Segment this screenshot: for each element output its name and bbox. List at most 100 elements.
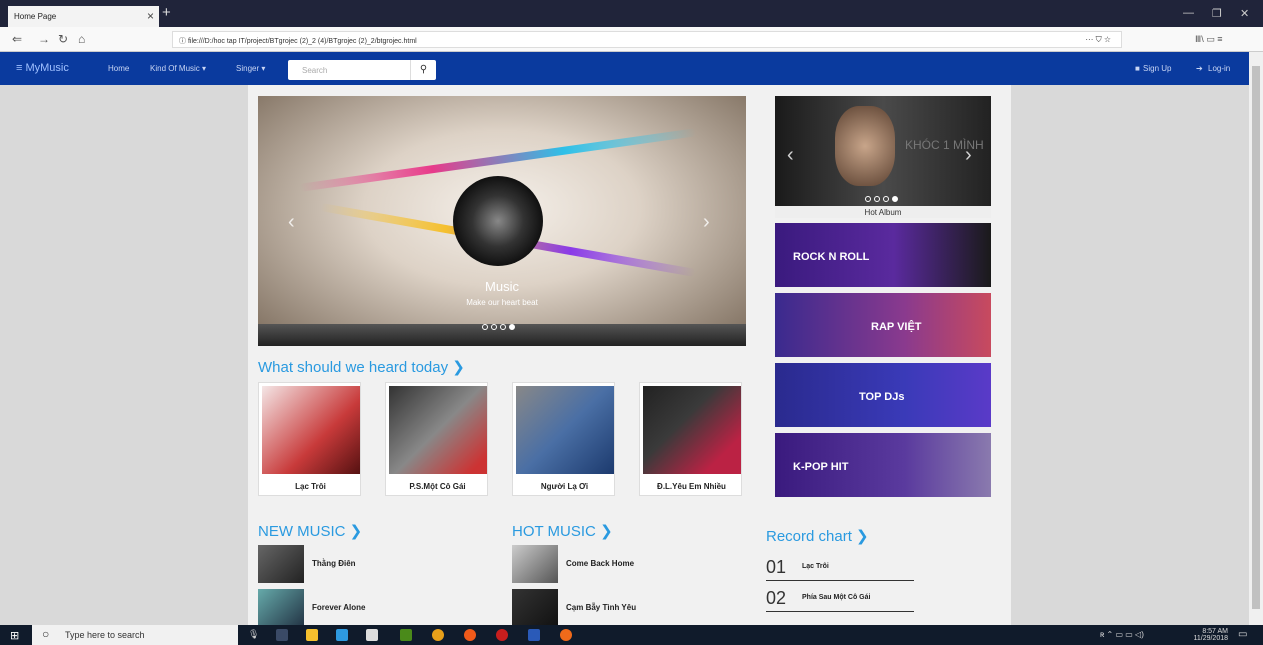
genre-tile-topdjs[interactable]: TOP DJs xyxy=(775,363,991,427)
carousel-dot[interactable] xyxy=(883,196,889,202)
album-prev-icon[interactable]: ‹ xyxy=(787,144,794,167)
user-icon: ■ xyxy=(1135,64,1140,73)
section-heading-record-chart[interactable]: Record chart ❯ xyxy=(766,527,869,545)
media-player-icon[interactable] xyxy=(496,629,508,641)
genre-tile-kpop[interactable]: K-POP HIT xyxy=(775,433,991,497)
song-card[interactable]: Đ.L.Yêu Em Nhiều xyxy=(639,382,742,496)
new-tab-icon[interactable]: + xyxy=(162,4,171,21)
taskbar-search-box[interactable]: ○ Type here to search xyxy=(32,625,238,645)
dreamweaver-icon[interactable] xyxy=(400,629,412,641)
section-heading-hot-music[interactable]: HOT MUSIC ❯ xyxy=(512,522,613,540)
chart-song-title: Lạc Trôi xyxy=(802,563,829,570)
reload-icon[interactable]: ↻ xyxy=(58,32,68,46)
file-explorer-icon[interactable] xyxy=(306,629,318,641)
back-icon[interactable]: ⇐ xyxy=(12,32,22,46)
notification-icon[interactable]: ▭ xyxy=(1238,629,1247,640)
chrome-icon[interactable] xyxy=(432,629,444,641)
taskbar-search-input[interactable]: Type here to search xyxy=(65,630,145,640)
carousel-dot-active[interactable] xyxy=(892,196,898,202)
song-cover xyxy=(516,386,614,474)
main-carousel[interactable]: ‹ › Music Make our heart beat xyxy=(258,96,746,346)
scrollbar-thumb[interactable] xyxy=(1252,66,1260,609)
browser-nav-bar: ⇐ → ↻ ⌂ ⓘ file:///D:/hoc tap IT/project/… xyxy=(0,27,1263,52)
song-cover xyxy=(643,386,741,474)
carousel-dot-active[interactable] xyxy=(509,324,515,330)
list-item[interactable]: Forever Alone xyxy=(258,589,458,627)
genre-label: RAP VIỆT xyxy=(871,321,922,333)
clock-time: 8:57 AM xyxy=(1202,628,1228,635)
search-icon[interactable]: ⚲ xyxy=(410,60,436,80)
home-icon[interactable]: ⌂ xyxy=(78,32,85,46)
song-card[interactable]: Người Lạ Ơi xyxy=(512,382,615,496)
song-thumbnail xyxy=(258,545,304,583)
song-thumbnail xyxy=(512,545,558,583)
clock[interactable]: 8:57 AM 11/29/2018 xyxy=(1180,628,1228,642)
genre-label: K-POP HIT xyxy=(793,461,849,473)
list-item[interactable]: Thằng Điên xyxy=(258,545,458,583)
song-card[interactable]: P.S.Một Cô Gái xyxy=(385,382,488,496)
nav-singer[interactable]: Singer ▾ xyxy=(236,64,265,73)
song-title: Come Back Home xyxy=(566,559,635,568)
forward-icon[interactable]: → xyxy=(38,32,50,46)
firefox-active-icon[interactable] xyxy=(560,629,572,641)
chart-song-title: Phía Sau Một Cô Gái xyxy=(802,594,871,601)
section-heading-new-music[interactable]: NEW MUSIC ❯ xyxy=(258,522,362,540)
task-view-icon[interactable] xyxy=(276,629,288,641)
address-bar[interactable]: ⓘ file:///D:/hoc tap IT/project/BTgrojec… xyxy=(172,31,1122,48)
mail-icon[interactable] xyxy=(366,629,378,641)
page-actions-icon[interactable]: ··· ⛉ ☆ xyxy=(1085,35,1111,45)
carousel-dot[interactable] xyxy=(491,324,497,330)
maximize-icon[interactable]: ❐ xyxy=(1212,7,1222,20)
search-input[interactable]: Search xyxy=(302,66,327,75)
carousel-dot[interactable] xyxy=(874,196,880,202)
carousel-dot[interactable] xyxy=(865,196,871,202)
page-scrollbar[interactable] xyxy=(1249,52,1263,625)
list-item[interactable]: Come Back Home xyxy=(512,545,712,583)
minimize-icon[interactable]: — xyxy=(1183,7,1194,19)
carousel-dot[interactable] xyxy=(482,324,488,330)
info-icon: ⓘ xyxy=(179,38,188,45)
genre-tile-rock[interactable]: ROCK N ROLL xyxy=(775,223,991,287)
close-window-icon[interactable]: ✕ xyxy=(1240,7,1249,20)
firefox-icon[interactable] xyxy=(464,629,476,641)
song-thumbnail xyxy=(258,589,304,627)
system-tray-icons[interactable]: ʀ ⌃ ▭ ▭ ◁) xyxy=(1100,630,1144,639)
carousel-dot[interactable] xyxy=(500,324,506,330)
carousel-next-icon[interactable]: › xyxy=(703,211,710,234)
hot-album-carousel[interactable]: KHÓC 1 MÌNH ‹ › Hot Album xyxy=(775,96,991,218)
sign-up-link[interactable]: Sign Up xyxy=(1143,64,1171,73)
song-card[interactable]: Lạc Trôi xyxy=(258,382,361,496)
list-item[interactable]: Cạm Bẫy Tình Yêu xyxy=(512,589,712,627)
search-box[interactable]: Search ⚲ xyxy=(288,60,436,80)
store-icon[interactable] xyxy=(336,629,348,641)
browser-tab[interactable]: Home Page × xyxy=(8,6,159,27)
song-title: P.S.Một Cô Gái xyxy=(409,482,466,491)
song-cover xyxy=(389,386,487,474)
login-icon: ➔ xyxy=(1196,64,1203,73)
chart-row[interactable]: 02 Phía Sau Một Cô Gái xyxy=(766,584,914,612)
heading-text: NEW MUSIC xyxy=(258,523,346,540)
carousel-prev-icon[interactable]: ‹ xyxy=(288,211,295,234)
section-heading-today[interactable]: What should we heard today ❯ xyxy=(258,358,465,376)
library-icon[interactable]: Ⅲ\ ▭ ≡ xyxy=(1195,34,1222,45)
song-title: Lạc Trôi xyxy=(295,482,326,491)
chart-row[interactable]: 01 Lạc Trôi xyxy=(766,553,914,581)
main-content: ‹ › Music Make our heart beat What shoul… xyxy=(248,85,1011,627)
url-text: file:///D:/hoc tap IT/project/BTgrojec (… xyxy=(187,38,417,45)
album-next-icon[interactable]: › xyxy=(965,144,972,167)
close-tab-icon[interactable]: × xyxy=(147,9,154,23)
word-icon[interactable] xyxy=(528,629,540,641)
mic-icon[interactable]: 🎙 xyxy=(248,629,260,641)
genre-tile-rap[interactable]: RAP VIỆT xyxy=(775,293,991,357)
song-title: Đ.L.Yêu Em Nhiều xyxy=(657,482,726,491)
cortana-icon: ○ xyxy=(42,627,50,641)
tab-title: Home Page xyxy=(14,12,57,21)
carousel-caption-subtitle: Make our heart beat xyxy=(466,298,538,307)
login-link[interactable]: Log-in xyxy=(1208,64,1230,73)
album-image-text: KHÓC 1 MÌNH xyxy=(905,138,984,152)
nav-home[interactable]: Home xyxy=(108,64,129,73)
chart-rank: 01 xyxy=(766,557,787,577)
nav-kind-of-music[interactable]: Kind Of Music ▾ xyxy=(150,64,206,73)
windows-start-icon[interactable]: ⊞ xyxy=(10,629,19,642)
brand-logo[interactable]: ≡ MyMusic xyxy=(16,62,69,74)
